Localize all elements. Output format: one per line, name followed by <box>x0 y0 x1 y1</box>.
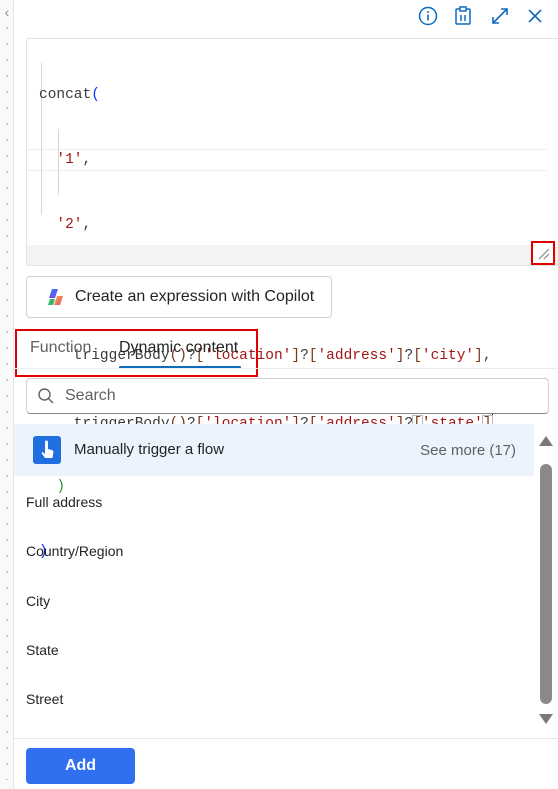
code-line: '1', <box>56 151 92 168</box>
search-box <box>26 378 549 414</box>
list-item-city[interactable]: City <box>26 593 50 609</box>
list-item-state[interactable]: State <box>26 642 59 658</box>
top-toolbar <box>14 0 558 36</box>
list-item-country-region[interactable]: Country/Region <box>26 543 123 559</box>
tab-function[interactable]: Function <box>30 339 91 357</box>
rail-dots <box>6 20 8 780</box>
resize-handle-icon[interactable] <box>531 241 555 265</box>
dynamic-content-list: Manually trigger a flow See more (17) Fu… <box>14 424 534 738</box>
copilot-icon <box>48 289 63 305</box>
tab-dynamic-content[interactable]: Dynamic content <box>119 339 238 357</box>
code-line: '2', <box>56 217 92 234</box>
expression-panel: concat( '1', '2', triggerMultipartBody( … <box>14 0 558 789</box>
tabs-divider <box>14 368 558 369</box>
group-header-manually-trigger[interactable]: Manually trigger a flow See more (17) <box>14 424 534 476</box>
search-icon <box>38 388 54 404</box>
code-line: concat( <box>39 86 100 103</box>
list-item-street[interactable]: Street <box>26 691 63 707</box>
close-icon[interactable] <box>523 4 547 28</box>
expression-editor[interactable]: concat( '1', '2', triggerMultipartBody( … <box>26 38 558 560</box>
add-button[interactable]: Add <box>26 748 135 784</box>
expand-icon[interactable] <box>488 4 512 28</box>
left-rail: ‹ <box>0 0 14 789</box>
editor-footer-bar <box>27 245 558 265</box>
group-title: Manually trigger a flow <box>74 441 225 458</box>
tab-list: Function Dynamic content <box>15 329 258 377</box>
list-scrollbar[interactable] <box>536 432 556 728</box>
scroll-down-arrow-icon[interactable] <box>539 714 553 724</box>
create-expression-copilot-button[interactable]: Create an expression with Copilot <box>26 276 332 318</box>
scrollbar-thumb[interactable] <box>540 464 552 704</box>
list-item-full-address[interactable]: Full address <box>26 494 102 510</box>
search-input[interactable] <box>65 385 535 407</box>
info-icon[interactable] <box>416 4 440 28</box>
touch-trigger-icon <box>33 436 61 464</box>
see-more-link[interactable]: See more (17) <box>420 442 516 459</box>
copilot-button-label: Create an expression with Copilot <box>75 288 315 305</box>
footer-divider <box>14 738 558 739</box>
clipboard-icon[interactable] <box>451 4 475 28</box>
scroll-up-arrow-icon[interactable] <box>539 436 553 446</box>
